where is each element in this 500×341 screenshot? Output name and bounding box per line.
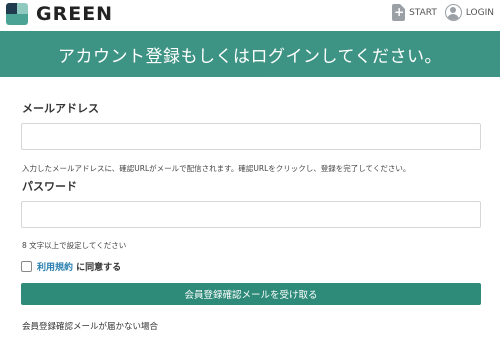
email-label: メールアドレス	[22, 102, 99, 115]
submit-registration-button[interactable]: 会員登録確認メールを受け取る	[21, 283, 481, 305]
password-field[interactable]	[21, 201, 481, 228]
terms-link[interactable]: 利用規約	[37, 260, 73, 273]
password-label: パスワード	[22, 180, 77, 193]
start-label: START	[409, 7, 437, 18]
email-help-text: 入力したメールアドレスに、確認URLがメールで配信されます。確認URLをクリック…	[22, 164, 411, 173]
announcement-banner: アカウント登録もしくはログインしてください。	[0, 31, 500, 77]
header: GREEN START LOGIN	[0, 0, 500, 30]
terms-suffix: に同意する	[73, 263, 122, 273]
terms-checkbox[interactable]	[21, 261, 32, 272]
password-help-text: 8 文字以上で設定してください	[22, 241, 127, 250]
login-label: LOGIN	[465, 7, 494, 18]
resend-confirmation-link[interactable]: 会員登録確認メールが届かない場合	[22, 320, 158, 332]
logo-text: GREEN	[36, 3, 114, 25]
terms-agreement: 利用規約 に同意する	[21, 260, 121, 273]
start-link[interactable]: START	[392, 4, 437, 21]
email-field[interactable]	[21, 123, 481, 150]
user-circle-icon	[444, 4, 462, 21]
start-doc-plus-icon	[392, 4, 406, 21]
header-nav: START LOGIN	[384, 4, 494, 21]
logo-mark-icon	[6, 3, 28, 25]
login-link[interactable]: LOGIN	[444, 4, 494, 21]
logo[interactable]: GREEN	[6, 3, 113, 25]
